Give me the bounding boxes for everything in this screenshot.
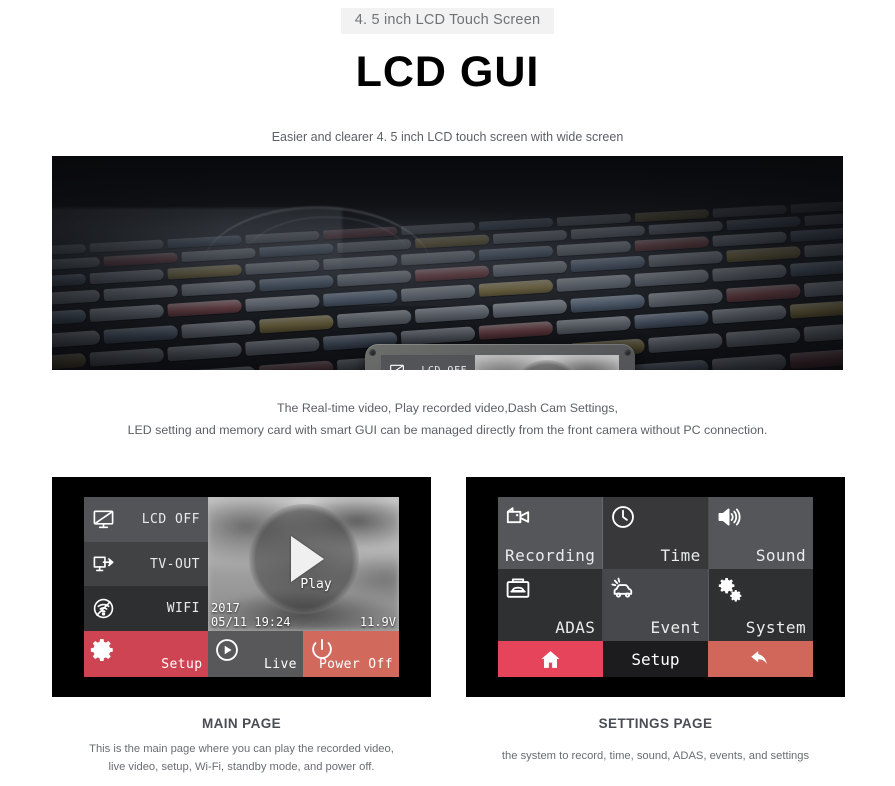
main-bar-label: Power Off xyxy=(318,657,393,672)
settings-tile-label: Sound xyxy=(755,546,806,565)
main-bottom-bar: Setup Live Power Off xyxy=(84,631,399,677)
page-title: LCD GUI xyxy=(355,48,540,97)
gear-icon xyxy=(90,637,116,663)
main-row-label: LCD OFF xyxy=(141,511,200,527)
header-badge-wrap: 4. 5 inch LCD Touch Screen xyxy=(0,0,895,35)
page-subtitle-badge: 4. 5 inch LCD Touch Screen xyxy=(340,8,555,35)
osd-timestamp: 2017 05/11 19:24 xyxy=(211,601,291,629)
settings-tile-label: Event xyxy=(650,618,701,637)
device-lcd-main-page: LCD OFFTV-OUTWIFIPlay201705/11 19:2411.9… xyxy=(381,355,619,370)
back-arrow-icon xyxy=(749,648,772,671)
main-page-caption-title: MAIN PAGE xyxy=(201,716,282,731)
hero-description: The Real-time video, Play recorded video… xyxy=(0,398,895,441)
video-preview[interactable]: Play201705/11 19:2411.9V xyxy=(475,355,619,370)
settings-row-1: Recording Time Sound xyxy=(498,497,813,569)
settings-bar-label: Setup xyxy=(631,649,680,669)
settings-tile-sound[interactable]: Sound xyxy=(708,497,813,569)
play-circle-icon xyxy=(214,637,240,663)
device-screen: LCD OFFTV-OUTWIFIPlay201705/11 19:2411.9… xyxy=(381,355,619,370)
settings-tile-adas[interactable]: ADAS xyxy=(498,569,604,641)
settings-page-caption-title: SETTINGS PAGE xyxy=(598,716,713,731)
device-screw-right xyxy=(624,349,631,356)
hero-image: LCD OFFTV-OUTWIFIPlay201705/11 19:2411.9… xyxy=(52,156,843,370)
settings-tile-label: ADAS xyxy=(555,618,596,637)
hero-vignette xyxy=(52,156,843,370)
play-triangle-icon xyxy=(291,535,324,582)
main-side-menu: LCD OFFTV-OUTWIFI xyxy=(381,355,475,370)
main-row-label: LCD OFF xyxy=(421,365,467,370)
settings-bar-back-button[interactable] xyxy=(707,641,813,677)
clock-icon xyxy=(610,504,636,530)
main-bar-live-button[interactable]: Live xyxy=(208,631,303,677)
device-screw-left xyxy=(369,349,376,356)
adas-camera-icon xyxy=(505,576,531,602)
main-row-label: TV-OUT xyxy=(150,556,200,572)
settings-page-lcd: Recording Time Sound ADAS Event System Setup xyxy=(498,497,813,677)
settings-tile-event[interactable]: Event xyxy=(603,569,709,641)
settings-tile-label: System xyxy=(745,618,806,637)
monitor-off-icon xyxy=(389,363,405,370)
video-camera-icon xyxy=(505,504,531,530)
main-page-screen: LCD OFF TV-OUT WIFI Play 2017 05/11 19:24 11.9… xyxy=(84,497,399,677)
settings-row-2: ADAS Event System xyxy=(498,569,813,641)
main-page-caption-line-2: live video, setup, Wi-Fi, standby mode, … xyxy=(108,761,375,774)
play-label: Play xyxy=(300,577,332,592)
dashcam-device: LCD OFFTV-OUTWIFIPlay201705/11 19:2411.9… xyxy=(365,344,635,370)
main-row-tv-out[interactable]: TV-OUT xyxy=(84,541,208,587)
main-page-caption-text: This is the main page where you can play… xyxy=(52,740,431,777)
main-bar-label: Setup xyxy=(161,657,203,672)
monitor-off-icon xyxy=(92,508,115,531)
settings-tile-label: Recording xyxy=(505,546,596,565)
main-row-label: WIFI xyxy=(166,601,200,617)
tv-out-icon xyxy=(92,553,115,576)
settings-tile-system[interactable]: System xyxy=(708,569,813,641)
car-impact-icon xyxy=(610,576,636,602)
main-page-caption-line-1: This is the main page where you can play… xyxy=(89,743,394,755)
main-side-menu: LCD OFF TV-OUT WIFI xyxy=(84,497,208,632)
hero-description-line-2: LED setting and memory card with smart G… xyxy=(127,422,768,437)
settings-page-screen: Recording Time Sound ADAS Event System Setup xyxy=(498,497,813,677)
settings-tile-time[interactable]: Time xyxy=(603,497,709,569)
main-row-lcd-off[interactable]: LCD OFF xyxy=(84,497,208,542)
main-page-lcd: LCD OFF TV-OUT WIFI Play 2017 05/11 19:24 11.9… xyxy=(84,497,399,677)
settings-bar-home-button[interactable] xyxy=(498,641,603,677)
settings-tile-recording[interactable]: Recording xyxy=(498,497,604,569)
wifi-off-icon xyxy=(92,597,115,620)
main-bar-label: Live xyxy=(264,657,297,672)
main-row-lcd-off[interactable]: LCD OFF xyxy=(381,355,475,370)
osd-voltage: 11.9V xyxy=(359,615,396,629)
video-preview[interactable]: Play 201705/11 19:24 11.9V xyxy=(208,497,399,631)
main-bar-setup-button[interactable]: Setup xyxy=(84,631,209,677)
hero-description-line-1: The Real-time video, Play recorded video… xyxy=(277,401,618,415)
page-tagline: Easier and clearer 4. 5 inch LCD touch s… xyxy=(271,130,624,145)
settings-bar-setup-label-button[interactable]: Setup xyxy=(602,641,708,677)
speaker-icon xyxy=(716,504,742,530)
settings-page-caption-text: the system to record, time, sound, ADAS,… xyxy=(466,747,845,765)
main-bar-power-off-button[interactable]: Power Off xyxy=(302,631,399,677)
main-page-panel: LCD OFF TV-OUT WIFI Play 2017 05/11 19:24 11.9… xyxy=(52,477,431,697)
settings-tile-label: Time xyxy=(660,546,701,565)
settings-page-panel: Recording Time Sound ADAS Event System Setup xyxy=(466,477,845,697)
home-icon xyxy=(539,648,562,671)
main-row-wifi[interactable]: WIFI xyxy=(84,586,208,632)
settings-page-caption-line-1: the system to record, time, sound, ADAS,… xyxy=(501,750,810,762)
settings-bottom-bar: Setup xyxy=(498,641,813,677)
play-button[interactable] xyxy=(248,503,359,614)
gears-icon xyxy=(716,576,742,602)
